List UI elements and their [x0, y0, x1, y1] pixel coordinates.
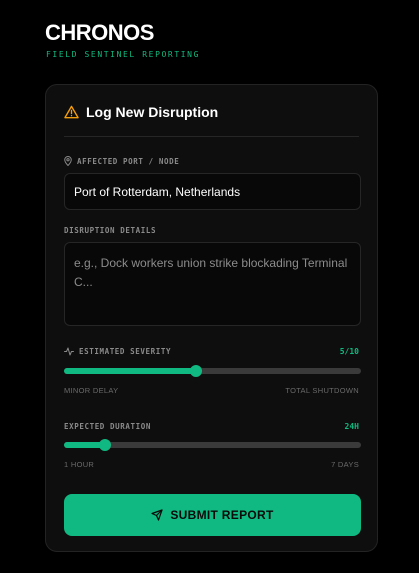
severity-slider[interactable]: [64, 365, 361, 377]
app-subtitle: FIELD SENTINEL REPORTING: [46, 50, 200, 59]
header-divider: [64, 136, 359, 137]
severity-label: ESTIMATED SEVERITY: [64, 347, 171, 356]
duration-min-label: 1 HOUR: [64, 460, 95, 469]
severity-min-label: MINOR DELAY: [64, 386, 119, 395]
send-icon: [151, 509, 170, 521]
port-input[interactable]: Port of Rotterdam, Netherlands: [64, 173, 361, 210]
duration-max-label: 7 DAYS: [331, 460, 359, 469]
duration-value: 24H: [344, 422, 359, 431]
severity-label-text: ESTIMATED SEVERITY: [79, 347, 172, 356]
details-label-text: DISRUPTION DETAILS: [64, 226, 157, 235]
warning-triangle-icon: [64, 105, 79, 119]
details-label: DISRUPTION DETAILS: [64, 226, 156, 235]
disruption-form-card: Log New Disruption AFFECTED PORT / NODE …: [45, 84, 378, 552]
port-label-text: AFFECTED PORT / NODE: [77, 156, 180, 166]
duration-label-text: EXPECTED DURATION: [64, 422, 151, 431]
duration-slider-thumb[interactable]: [98, 439, 111, 451]
form-title: Log New Disruption: [86, 104, 219, 120]
severity-slider-fill: [64, 368, 196, 374]
severity-value: 5/10: [339, 347, 359, 356]
port-label: AFFECTED PORT / NODE: [64, 156, 179, 166]
severity-slider-thumb[interactable]: [189, 365, 202, 377]
submit-report-button[interactable]: SUBMIT REPORT: [64, 494, 361, 536]
duration-slider[interactable]: [64, 439, 361, 451]
duration-label: EXPECTED DURATION: [64, 422, 151, 431]
details-textarea[interactable]: e.g., Dock workers union strike blockadi…: [64, 242, 361, 326]
submit-label: SUBMIT REPORT: [170, 508, 274, 522]
app-title: CHRONOS: [45, 20, 154, 45]
activity-icon: [64, 347, 79, 356]
form-header: Log New Disruption: [64, 104, 218, 120]
details-placeholder: e.g., Dock workers union strike blockadi…: [74, 256, 348, 289]
map-pin-icon: [64, 156, 77, 166]
severity-max-label: TOTAL SHUTDOWN: [285, 386, 359, 395]
